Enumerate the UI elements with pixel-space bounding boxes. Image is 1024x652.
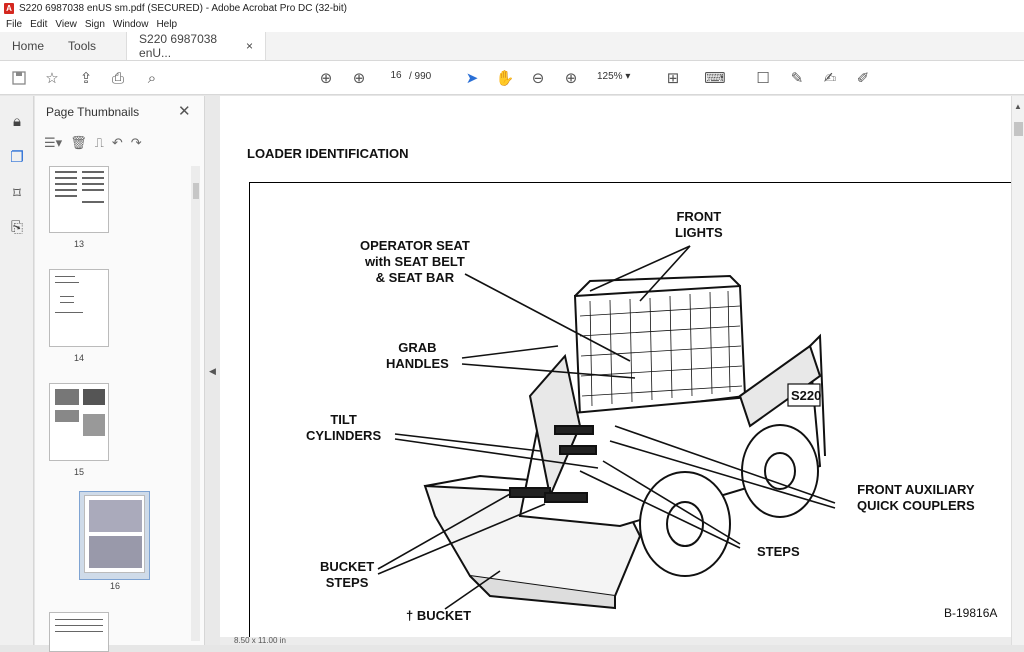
- collapse-panel-icon[interactable]: ◀: [209, 366, 216, 377]
- label-bucket-steps: BUCKET STEPS: [320, 559, 375, 590]
- zoom-dropdown[interactable]: 125% ▾: [597, 71, 647, 82]
- page-display-icon[interactable]: ⊞: [662, 67, 684, 89]
- document-scroll-thumb[interactable]: [1014, 122, 1023, 136]
- draw-icon[interactable]: ✍: [819, 67, 841, 89]
- print-icon[interactable]: ⎙: [107, 67, 129, 89]
- menu-sign[interactable]: Sign: [85, 19, 105, 30]
- page-thumbnails-icon[interactable]: ❐: [8, 148, 26, 166]
- bookmark-star-icon[interactable]: ☆: [41, 67, 63, 89]
- thumbnails-scroll-thumb[interactable]: [193, 183, 199, 199]
- thumbnail-label-14: 14: [73, 353, 84, 363]
- document-scrollbar[interactable]: ▲: [1011, 96, 1024, 645]
- label-operator-seat: OPERATOR SEAT with SEAT BELT & SEAT BAR: [360, 238, 470, 285]
- thumbnail-page-14[interactable]: [49, 269, 109, 347]
- panel-splitter[interactable]: ◀: [205, 96, 220, 645]
- tab-document[interactable]: S220 6987038 enU... ×: [126, 32, 267, 60]
- lock-icon[interactable]: 🔒︎: [8, 112, 26, 130]
- label-front-auxiliary: FRONT AUXILIARY QUICK COUPLERS: [857, 482, 975, 513]
- tab-tools[interactable]: Tools: [56, 32, 108, 60]
- left-navigation-rail: 🔒︎ ❐ ⌑ ⎘: [0, 96, 34, 645]
- thumbnail-page-16[interactable]: [84, 495, 145, 573]
- tab-close-icon[interactable]: ×: [246, 39, 253, 53]
- acrobat-app-icon: A: [4, 2, 14, 14]
- window-title: S220 6987038 enUS sm.pdf (SECURED) - Ado…: [19, 2, 347, 14]
- main-toolbar: ☆ ⇪ ⎙ ⌕ ⊕ ⊕ ➤ ✋ ⊖ ⊕ ⊞ ⌨ ☐ ✎ ✍ ✐: [0, 61, 1024, 95]
- thumbnail-tools: ☰▾ 🗑︎ ⎍ ↶ ↷: [44, 134, 142, 152]
- select-cursor-icon[interactable]: ➤: [461, 67, 483, 89]
- figure-code: B-19816A: [944, 606, 998, 620]
- thumbnails-scrollbar[interactable]: [191, 166, 200, 641]
- model-badge-text: S220: [791, 388, 821, 403]
- bookmarks-icon[interactable]: ⌑: [8, 184, 26, 202]
- thumbnail-page-13[interactable]: [49, 166, 109, 233]
- document-viewer[interactable]: LOADER IDENTIFICATION S220 FRONT LIGHTS …: [220, 96, 1011, 645]
- highlight-pen-icon[interactable]: ✎: [786, 67, 808, 89]
- options-menu-icon[interactable]: ☰▾: [44, 135, 62, 151]
- thumbnail-label-16: 16: [109, 581, 120, 591]
- tab-bar: Home Tools S220 6987038 enU... ×: [0, 32, 1024, 61]
- pdf-page: LOADER IDENTIFICATION S220 FRONT LIGHTS …: [220, 96, 1011, 645]
- insert-page-icon[interactable]: ⎍: [95, 135, 104, 151]
- page-number-input[interactable]: 16: [384, 70, 408, 86]
- menu-window[interactable]: Window: [113, 19, 149, 30]
- thumbnail-label-15: 15: [73, 467, 84, 477]
- page-total: / 990: [409, 71, 432, 82]
- tab-home[interactable]: Home: [0, 32, 56, 60]
- thumbnails-panel-title: Page Thumbnails: [46, 105, 140, 119]
- comment-icon[interactable]: ☐: [752, 67, 774, 89]
- window-titlebar: A S220 6987038 enUS sm.pdf (SECURED) - A…: [0, 0, 1024, 16]
- next-page-icon[interactable]: ⊕: [348, 67, 370, 89]
- scroll-up-arrow-icon[interactable]: ▲: [1014, 102, 1022, 111]
- menu-help[interactable]: Help: [156, 19, 177, 30]
- delete-page-icon[interactable]: 🗑︎: [70, 135, 87, 151]
- previous-page-icon[interactable]: ⊕: [315, 67, 337, 89]
- save-icon[interactable]: [8, 67, 30, 89]
- zoom-out-icon[interactable]: ⊖: [527, 67, 549, 89]
- label-bucket: † BUCKET: [406, 608, 472, 623]
- attachment-paperclip-icon[interactable]: ⎘: [8, 218, 26, 236]
- thumbnail-page-15[interactable]: [49, 383, 109, 461]
- find-magnifier-icon[interactable]: ⌕: [141, 67, 163, 89]
- menu-bar: File Edit View Sign Window Help: [0, 16, 1024, 32]
- close-panel-icon[interactable]: ✕: [178, 102, 191, 120]
- label-grab-handles: GRAB HANDLES: [386, 340, 449, 371]
- share-upload-icon[interactable]: ⇪: [75, 67, 97, 89]
- zoom-in-icon[interactable]: ⊕: [560, 67, 582, 89]
- menu-edit[interactable]: Edit: [30, 19, 47, 30]
- thumbnail-label-13: 13: [73, 239, 84, 249]
- menu-file[interactable]: File: [6, 19, 22, 30]
- undo-icon[interactable]: ↶: [112, 135, 123, 151]
- fill-sign-icon[interactable]: ✐: [852, 67, 874, 89]
- hand-tool-icon[interactable]: ✋: [494, 67, 516, 89]
- status-bar: 8.50 x 11.00 in: [220, 637, 1011, 645]
- menu-view[interactable]: View: [55, 19, 77, 30]
- thumbnail-page-17[interactable]: [49, 612, 109, 652]
- label-steps: STEPS: [757, 544, 800, 559]
- label-tilt-cylinders: TILT CYLINDERS: [306, 412, 382, 443]
- keyboard-icon[interactable]: ⌨: [704, 67, 726, 89]
- redo-icon[interactable]: ↷: [131, 135, 142, 151]
- label-front-lights: FRONT LIGHTS: [675, 209, 723, 240]
- tab-document-label: S220 6987038 enU...: [139, 32, 218, 60]
